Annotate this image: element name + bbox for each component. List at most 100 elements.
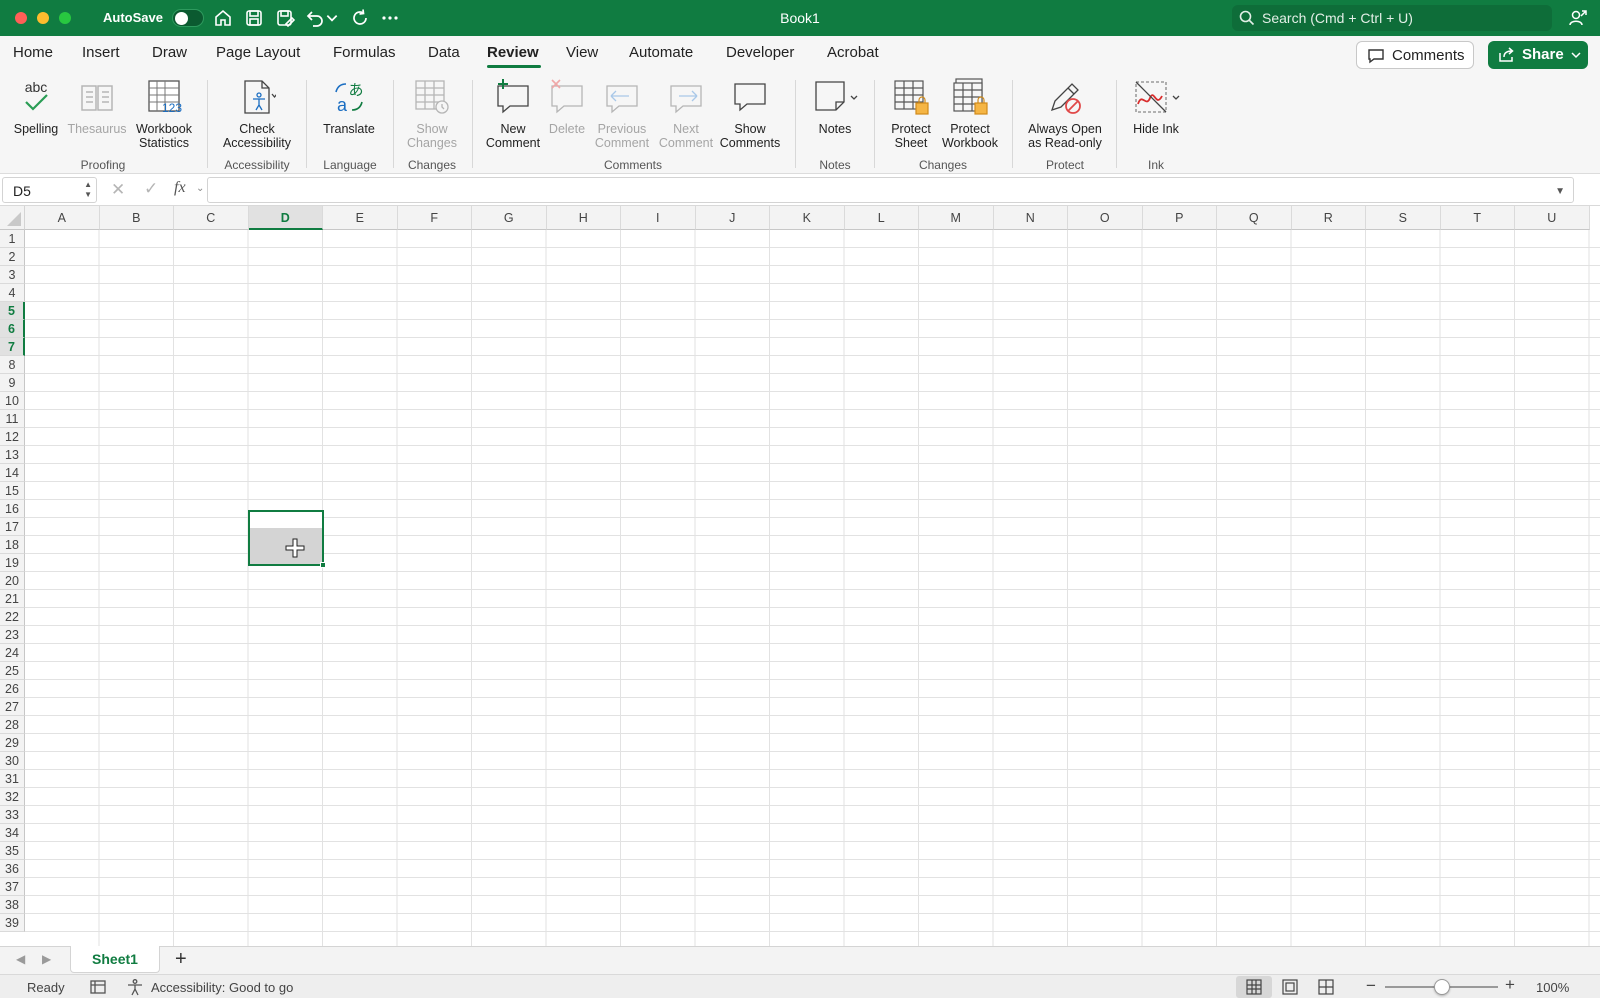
autosave-toggle[interactable] (172, 9, 204, 27)
row-header-8[interactable]: 8 (0, 356, 25, 374)
row-header-15[interactable]: 15 (0, 482, 25, 500)
more-icon[interactable] (379, 7, 401, 29)
cancel-entry-icon[interactable]: ✕ (111, 180, 125, 200)
always-open-read-only-button[interactable]: Always Open as Read-only (1024, 78, 1106, 150)
sheet-tab-sheet1[interactable]: Sheet1 (70, 946, 160, 973)
column-header-f[interactable]: F (397, 206, 472, 230)
select-all-button[interactable] (0, 206, 25, 230)
cell-area[interactable] (25, 230, 1600, 946)
row-header-16[interactable]: 16 (0, 500, 25, 518)
page-layout-view-button[interactable] (1272, 976, 1308, 998)
row-header-25[interactable]: 25 (0, 662, 25, 680)
insert-function-button[interactable]: fx (174, 179, 186, 197)
tab-data[interactable]: Data (428, 44, 460, 61)
row-header-6[interactable]: 6 (0, 320, 25, 338)
column-header-h[interactable]: H (546, 206, 621, 230)
add-sheet-button[interactable]: + (175, 948, 187, 971)
column-header-k[interactable]: K (770, 206, 845, 230)
show-changes-button[interactable]: Show Changes (404, 78, 460, 150)
page-break-view-button[interactable] (1308, 976, 1344, 998)
show-comments-button[interactable]: Show Comments (717, 78, 783, 150)
protect-workbook-button[interactable]: Protect Workbook (938, 78, 1002, 150)
row-header-11[interactable]: 11 (0, 410, 25, 428)
zoom-out-button[interactable]: − (1366, 976, 1376, 996)
comments-button[interactable]: Comments (1356, 41, 1474, 69)
column-header-c[interactable]: C (174, 206, 249, 230)
row-header-7[interactable]: 7 (0, 338, 25, 356)
translate-button[interactable]: a あ Translate (318, 78, 380, 136)
accessibility-status[interactable]: Accessibility: Good to go (151, 980, 293, 995)
zoom-in-button[interactable]: + (1505, 975, 1515, 995)
window-zoom-button[interactable] (59, 12, 71, 24)
row-header-17[interactable]: 17 (0, 518, 25, 536)
row-header-32[interactable]: 32 (0, 788, 25, 806)
column-header-r[interactable]: R (1291, 206, 1366, 230)
delete-comment-button[interactable]: Delete (542, 78, 592, 136)
tab-formulas[interactable]: Formulas (333, 44, 396, 61)
formula-input[interactable]: ▼ (207, 177, 1574, 203)
row-header-34[interactable]: 34 (0, 824, 25, 842)
zoom-level[interactable]: 100% (1536, 980, 1569, 995)
column-header-m[interactable]: M (919, 206, 994, 230)
expand-formula-bar-icon[interactable]: ▼ (1555, 186, 1565, 197)
spelling-button[interactable]: abc Spelling (12, 78, 60, 136)
confirm-entry-icon[interactable]: ✓ (144, 179, 158, 199)
share-button[interactable]: Share (1488, 41, 1588, 69)
column-header-a[interactable]: A (25, 206, 100, 230)
next-comment-button[interactable]: Next Comment (656, 78, 716, 150)
column-header-s[interactable]: S (1366, 206, 1441, 230)
next-sheet-arrow-icon[interactable]: ▶ (42, 952, 51, 966)
name-box[interactable]: D5 ▲ ▼ (2, 177, 97, 203)
row-header-21[interactable]: 21 (0, 590, 25, 608)
tab-insert[interactable]: Insert (82, 44, 120, 61)
column-header-g[interactable]: G (472, 206, 547, 230)
row-header-1[interactable]: 1 (0, 230, 25, 248)
tab-view[interactable]: View (566, 44, 598, 61)
column-header-t[interactable]: T (1440, 206, 1515, 230)
window-close-button[interactable] (15, 12, 27, 24)
window-minimize-button[interactable] (37, 12, 49, 24)
previous-comment-button[interactable]: Previous Comment (590, 78, 654, 150)
previous-sheet-arrow-icon[interactable]: ◀ (16, 952, 25, 966)
column-header-i[interactable]: I (621, 206, 696, 230)
column-header-j[interactable]: J (695, 206, 770, 230)
check-accessibility-button[interactable]: Check Accessibility (218, 78, 296, 150)
row-header-39[interactable]: 39 (0, 914, 25, 932)
row-header-23[interactable]: 23 (0, 626, 25, 644)
fill-handle[interactable] (320, 562, 326, 568)
column-header-b[interactable]: B (99, 206, 174, 230)
column-header-l[interactable]: L (844, 206, 919, 230)
row-header-10[interactable]: 10 (0, 392, 25, 410)
undo-dropdown-icon[interactable] (325, 7, 339, 29)
macro-recording-icon[interactable] (89, 978, 107, 996)
search-box[interactable]: Search (Cmd + Ctrl + U) (1232, 5, 1552, 31)
row-header-14[interactable]: 14 (0, 464, 25, 482)
redo-icon[interactable] (349, 7, 371, 29)
row-header-36[interactable]: 36 (0, 860, 25, 878)
row-header-5[interactable]: 5 (0, 302, 25, 320)
row-header-9[interactable]: 9 (0, 374, 25, 392)
zoom-slider-thumb[interactable] (1433, 979, 1450, 995)
row-header-12[interactable]: 12 (0, 428, 25, 446)
hide-ink-button[interactable]: Hide Ink (1126, 78, 1186, 136)
row-header-19[interactable]: 19 (0, 554, 25, 572)
tab-automate[interactable]: Automate (629, 44, 693, 61)
tab-acrobat[interactable]: Acrobat (827, 44, 879, 61)
name-box-spinner-icon[interactable]: ▲ ▼ (84, 180, 92, 200)
row-header-37[interactable]: 37 (0, 878, 25, 896)
workbook-statistics-button[interactable]: 123 Workbook Statistics (132, 78, 196, 150)
row-header-13[interactable]: 13 (0, 446, 25, 464)
tab-developer[interactable]: Developer (726, 44, 794, 61)
normal-view-button[interactable] (1236, 976, 1272, 998)
tab-draw[interactable]: Draw (152, 44, 187, 61)
column-header-o[interactable]: O (1068, 206, 1143, 230)
function-dropdown-icon[interactable]: ⌄ (196, 183, 204, 194)
column-header-e[interactable]: E (323, 206, 398, 230)
row-header-28[interactable]: 28 (0, 716, 25, 734)
save-as-icon[interactable] (274, 7, 296, 29)
row-header-2[interactable]: 2 (0, 248, 25, 266)
column-header-d[interactable]: D (248, 206, 323, 230)
tab-review[interactable]: Review (487, 44, 539, 61)
home-icon[interactable] (212, 7, 234, 29)
tab-page-layout[interactable]: Page Layout (216, 44, 300, 61)
